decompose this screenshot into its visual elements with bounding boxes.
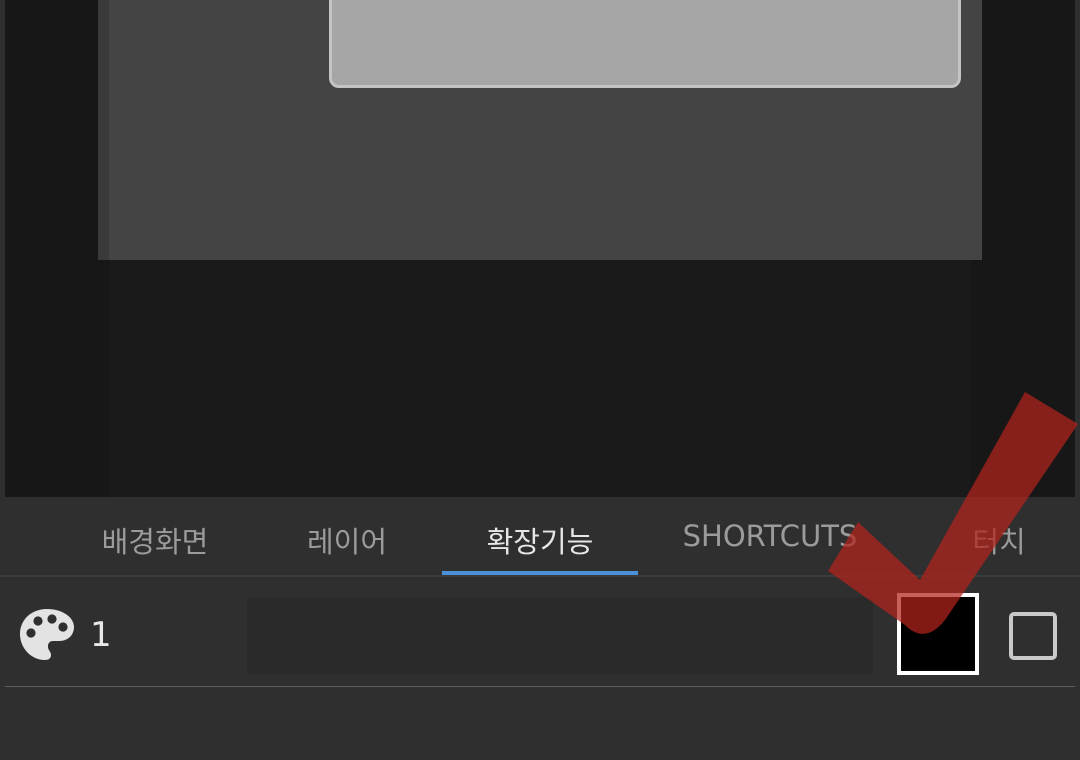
palette-icon[interactable] bbox=[18, 607, 76, 663]
enable-checkbox[interactable] bbox=[1009, 612, 1057, 660]
active-tab-indicator bbox=[442, 571, 638, 575]
tab-shortcuts[interactable]: SHORTCUTS bbox=[674, 519, 866, 559]
tab-touch[interactable]: 터치 bbox=[963, 519, 1035, 559]
tab-bar: 배경화면 레이어 확장기능 SHORTCUTS 터치 bbox=[0, 497, 1080, 577]
palette-row: 1 bbox=[0, 577, 1080, 687]
tab-extensions[interactable]: 확장기능 bbox=[442, 519, 638, 559]
tab-layers[interactable]: 레이어 bbox=[297, 519, 397, 559]
swatch-strip[interactable] bbox=[247, 597, 873, 675]
selected-color-swatch[interactable] bbox=[897, 593, 979, 675]
screen-preview-panel bbox=[329, 0, 961, 88]
palette-count: 1 bbox=[90, 615, 112, 655]
preview-side-right bbox=[970, 0, 1075, 497]
app-root: 배경화면 레이어 확장기능 SHORTCUTS 터치 1 bbox=[0, 0, 1080, 760]
screen-preview bbox=[98, 0, 982, 260]
preview-area bbox=[5, 0, 1075, 497]
divider bbox=[5, 686, 1075, 687]
preview-side-left bbox=[5, 0, 110, 497]
tab-wallpaper[interactable]: 배경화면 bbox=[92, 519, 218, 559]
